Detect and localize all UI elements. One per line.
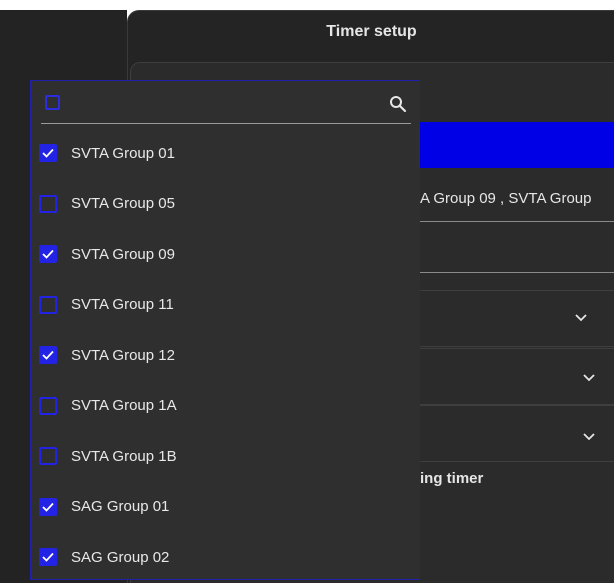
- check-icon: [42, 249, 54, 260]
- list-item[interactable]: SVTA Group 1A: [31, 381, 419, 432]
- list-item-label: SVTA Group 1A: [71, 397, 177, 415]
- checked-checkbox[interactable]: [39, 497, 57, 516]
- selected-groups-field[interactable]: A Group 09 , SVTA Group: [420, 190, 614, 214]
- page: Timer setup A Group 09 , SVTA Group ing …: [0, 0, 614, 583]
- group-selector-header[interactable]: [420, 122, 614, 168]
- checked-checkbox[interactable]: [39, 548, 57, 567]
- list-item-label: SVTA Group 1B: [71, 447, 177, 465]
- checked-checkbox[interactable]: [39, 346, 57, 365]
- unchecked-checkbox[interactable]: [39, 295, 57, 314]
- list-item-label: SVTA Group 11: [71, 296, 174, 314]
- dropdown-search-row: [31, 81, 419, 123]
- list-item[interactable]: SVTA Group 05: [31, 179, 419, 230]
- list-item[interactable]: SVTA Group 09: [31, 229, 419, 280]
- list-item[interactable]: SVTA Group 01: [31, 128, 419, 179]
- list-item-label: SVTA Group 12: [71, 346, 175, 364]
- search-input[interactable]: [69, 89, 373, 119]
- timer-section-label: ing timer: [420, 470, 484, 487]
- dialog-title: Timer setup: [326, 23, 417, 40]
- list-item[interactable]: SVTA Group 1B: [31, 431, 419, 482]
- field-underline: [420, 221, 614, 222]
- dropdown-field-2[interactable]: [420, 348, 614, 405]
- chevron-down-icon: [583, 369, 595, 385]
- dropdown-field-3[interactable]: [420, 405, 614, 462]
- search-underline: [41, 123, 411, 124]
- checked-checkbox[interactable]: [39, 144, 57, 163]
- checked-checkbox[interactable]: [39, 245, 57, 264]
- list-item[interactable]: SVTA Group 12: [31, 330, 419, 381]
- select-all-checkbox[interactable]: [45, 95, 60, 110]
- search-icon[interactable]: [389, 95, 407, 113]
- check-icon: [42, 552, 54, 563]
- unchecked-checkbox[interactable]: [39, 194, 57, 213]
- list-item[interactable]: SAG Group 02: [31, 532, 419, 583]
- group-multiselect-dropdown[interactable]: SVTA Group 01 SVTA Group 05 SVTA Group 09 S…: [30, 80, 420, 580]
- list-item-label: SVTA Group 09: [71, 245, 175, 263]
- group-list: SVTA Group 01 SVTA Group 05 SVTA Group 09 S…: [31, 128, 419, 583]
- unchecked-checkbox[interactable]: [39, 396, 57, 415]
- dropdown-field-1[interactable]: [420, 290, 614, 347]
- list-item-label: SAG Group 02: [71, 548, 170, 566]
- unchecked-checkbox[interactable]: [39, 447, 57, 466]
- input-underline: [420, 272, 614, 273]
- chevron-down-icon: [575, 309, 587, 325]
- list-item-label: SAG Group 01: [71, 498, 170, 516]
- check-icon: [42, 350, 54, 361]
- check-icon: [42, 148, 54, 159]
- check-icon: [42, 502, 54, 512]
- list-item[interactable]: SVTA Group 11: [31, 280, 419, 331]
- list-item-label: SVTA Group 01: [71, 144, 175, 162]
- list-item-label: SVTA Group 05: [71, 195, 175, 213]
- chevron-down-icon: [583, 428, 595, 444]
- list-item[interactable]: SAG Group 01: [31, 482, 419, 533]
